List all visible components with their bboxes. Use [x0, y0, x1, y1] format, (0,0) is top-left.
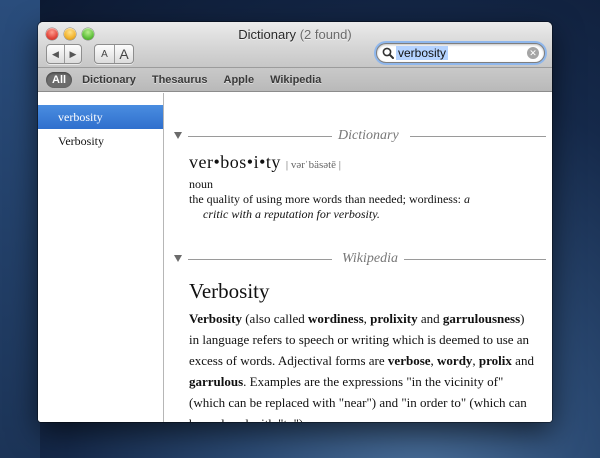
bold-term: wordiness [308, 311, 364, 326]
section-label-wikipedia: Wikipedia [342, 251, 398, 266]
forward-button[interactable]: ▶ [64, 45, 81, 63]
headword-text: ver•bos•i•ty [189, 152, 281, 172]
clear-search-icon[interactable]: ✕ [527, 47, 539, 59]
sidebar-item-verbosity-dictionary[interactable]: verbosity [38, 105, 163, 129]
divider [188, 136, 332, 137]
body-text-run: and [417, 311, 443, 326]
sidebar-item-verbosity-wikipedia[interactable]: Verbosity [38, 129, 163, 153]
bold-term: verbose [387, 353, 431, 368]
scope-dictionary[interactable]: Dictionary [82, 74, 136, 86]
wikipedia-section-header[interactable]: Wikipedia [174, 251, 546, 266]
bold-term: Verbosity [189, 311, 242, 326]
scope-apple[interactable]: Apple [224, 74, 255, 86]
titlebar[interactable]: Dictionary (2 found) ◀ ▶ A A verbosity ✕ [38, 22, 552, 68]
window-title: Dictionary (2 found) [38, 27, 552, 42]
content-scrollbar[interactable] [544, 93, 552, 422]
results-sidebar: verbosity Verbosity [38, 93, 164, 422]
example-start: a [463, 192, 470, 206]
disclosure-triangle-icon[interactable] [174, 255, 182, 262]
bold-term: garrulousness [442, 311, 521, 326]
magnifier-icon [382, 47, 394, 59]
dictionary-window: Dictionary (2 found) ◀ ▶ A A verbosity ✕… [38, 22, 552, 422]
definition: the quality of using more words than nee… [189, 192, 529, 222]
results-count: (2 found) [299, 27, 352, 42]
scope-all[interactable]: All [46, 71, 73, 88]
disclosure-triangle-icon[interactable] [174, 132, 182, 139]
back-button[interactable]: ◀ [47, 45, 64, 63]
example-sentence: critic with a reputation for verbosity. [203, 207, 380, 221]
search-field[interactable]: verbosity ✕ [376, 43, 545, 63]
divider [410, 136, 546, 137]
part-of-speech: noun [189, 177, 213, 191]
bold-term: prolixity [370, 311, 418, 326]
divider [404, 259, 546, 260]
desktop-background [0, 0, 40, 458]
bold-term: garrulous [189, 374, 244, 389]
scope-wikipedia[interactable]: Wikipedia [270, 74, 321, 86]
decrease-font-button[interactable]: A [95, 45, 114, 63]
window-title-text: Dictionary [238, 27, 297, 42]
wikipedia-article-body: Verbosity (also called wordiness, prolix… [189, 308, 534, 422]
headword: ver•bos•i•ty | vərˈbäsətē | [189, 152, 341, 173]
section-label-dictionary: Dictionary [338, 128, 399, 143]
increase-font-button[interactable]: A [114, 45, 133, 63]
navigation-buttons: ◀ ▶ [46, 44, 82, 64]
pronunciation: | vərˈbäsətē | [285, 159, 342, 171]
wikipedia-article-title: Verbosity [189, 279, 270, 303]
scope-bar: All Dictionary Thesaurus Apple Wikipedia [38, 68, 552, 92]
chevron-right-icon: ▶ [69, 48, 77, 59]
chevron-left-icon: ◀ [52, 48, 59, 59]
scope-thesaurus[interactable]: Thesaurus [152, 74, 208, 86]
bold-term: prolix [478, 353, 512, 368]
definition-text: the quality of using more words than nee… [189, 192, 461, 206]
font-size-buttons: A A [94, 44, 134, 64]
entry-content: Dictionary ver•bos•i•ty | vərˈbäsətē | n… [165, 93, 552, 422]
divider [188, 259, 332, 260]
search-query[interactable]: verbosity [396, 46, 449, 60]
body-text-run: (also called [241, 311, 309, 326]
bold-term: wordy [437, 353, 473, 368]
body-text-run: and [511, 353, 534, 368]
dictionary-section-header[interactable]: Dictionary [174, 128, 546, 143]
